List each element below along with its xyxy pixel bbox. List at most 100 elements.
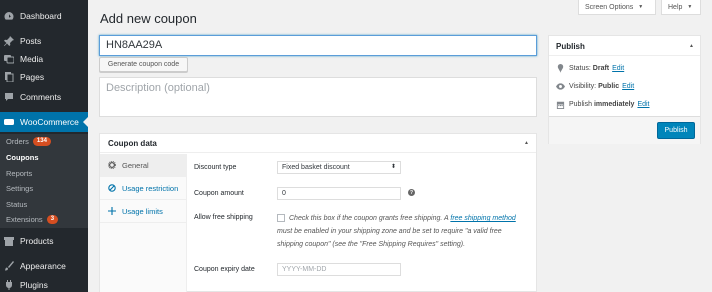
active-indicator [83, 117, 88, 127]
discount-type-select[interactable]: Fixed basket discount ⬍ [277, 161, 401, 174]
coupon-amount-input[interactable]: 0 [277, 187, 401, 200]
pin-icon [4, 36, 14, 46]
calendar-icon [555, 99, 565, 109]
publish-visibility-row: Visibility: Public Edit [555, 81, 634, 91]
sidebar-item-comments[interactable]: Comments [0, 87, 88, 107]
sidebar-item-products[interactable]: Products [0, 231, 88, 251]
sidebar-item-label: Media [20, 54, 44, 64]
tab-label: Usage restriction [122, 183, 179, 193]
coupon-data-header[interactable]: Coupon data ▲ [100, 134, 536, 153]
free-shipping-text: must be enabled in your shipping zone an… [277, 228, 502, 248]
submenu-label: Settings [6, 184, 34, 193]
submenu-label: Status [6, 200, 28, 209]
caret-up-icon[interactable]: ▲ [689, 43, 694, 49]
brush-icon [4, 261, 14, 271]
expiry-date-input[interactable]: YYYY-MM-DD [277, 263, 401, 276]
sidebar-item-label: Plugins [20, 280, 48, 290]
submenu-label: Extensions [6, 215, 43, 224]
sidebar-item-pages[interactable]: Pages [0, 67, 88, 87]
tab-general[interactable]: General [100, 154, 187, 177]
expiry-date-label: Coupon expiry date [194, 266, 255, 273]
status-value: Draft [592, 64, 610, 72]
submenu-item-settings[interactable]: Settings [6, 184, 33, 193]
submenu-label: Reports [6, 169, 33, 178]
edit-schedule-link[interactable]: Edit [637, 101, 649, 108]
sidebar-item-label: WooCommerce [20, 117, 79, 127]
sidebar-item-media[interactable]: Media [0, 49, 88, 69]
pin-icon [555, 63, 565, 73]
admin-sidebar: Dashboard Posts Media Pages Comments Woo… [0, 0, 88, 292]
archive-icon [4, 236, 14, 246]
publish-schedule-row: Publish immediately Edit [555, 99, 650, 109]
select-arrows-icon: ⬍ [390, 164, 396, 170]
comment-icon [4, 92, 14, 102]
dashboard-icon [4, 11, 14, 21]
woo-icon [4, 117, 14, 127]
caret-down-icon: ▼ [687, 4, 693, 10]
free-shipping-label: Allow free shipping [194, 214, 253, 221]
page-title: Add new coupon [100, 11, 197, 26]
gear-icon [106, 161, 118, 169]
publish-button[interactable]: Publish [657, 122, 695, 139]
publish-box: Publish ▲ Status: Draft Edit Visibility:… [548, 35, 701, 144]
media-icon [4, 54, 14, 64]
tab-usage-limits[interactable]: Usage limits [100, 200, 187, 223]
visibility-value: Public [598, 82, 620, 90]
sidebar-item-posts[interactable]: Posts [0, 31, 88, 51]
discount-type-value: Fixed basket discount [282, 164, 350, 171]
submenu-label: Orders [6, 137, 29, 146]
sidebar-item-label: Pages [20, 72, 45, 82]
plus-icon [106, 207, 118, 215]
status-label: Status: [569, 64, 591, 72]
sidebar-item-label: Appearance [20, 261, 66, 271]
screen-options-label: Screen Options [585, 3, 634, 11]
sidebar-item-woocommerce[interactable]: WooCommerce [0, 112, 88, 132]
publish-footer: Publish [549, 116, 700, 144]
tab-label: Usage limits [122, 206, 163, 216]
eye-icon [555, 81, 565, 91]
submenu-label: Coupons [6, 153, 39, 162]
submenu-item-status[interactable]: Status [6, 200, 27, 209]
caret-down-icon: ▼ [638, 4, 644, 10]
coupon-data-tabs: General Usage restriction Usage limits [100, 154, 187, 292]
tab-usage-restriction[interactable]: Usage restriction [100, 177, 187, 200]
help-tip-icon[interactable]: ? [408, 189, 415, 196]
sidebar-item-label: Products [20, 236, 54, 246]
help-button[interactable]: Help ▼ [661, 0, 701, 15]
sidebar-item-label: Comments [20, 92, 62, 102]
schedule-label: Publish [569, 100, 592, 108]
extensions-count-badge: 3 [46, 215, 59, 224]
pages-icon [4, 72, 14, 82]
submenu-item-coupons[interactable]: Coupons [6, 153, 39, 162]
publish-header[interactable]: Publish ▲ [549, 36, 700, 56]
free-shipping-method-link[interactable]: free shipping method [450, 215, 515, 222]
free-shipping-description: Check this box if the coupon grants free… [277, 212, 522, 251]
woocommerce-submenu: Orders 134 Coupons Reports Settings Stat… [0, 134, 88, 228]
tab-label: General [122, 160, 149, 170]
coupon-amount-label: Coupon amount [194, 190, 244, 197]
coupon-code-input[interactable]: HN8AA29A [99, 35, 537, 56]
publish-status-row: Status: Draft Edit [555, 63, 624, 73]
sidebar-item-label: Posts [20, 36, 42, 46]
publish-title: Publish [556, 42, 585, 51]
sidebar-item-plugins[interactable]: Plugins [0, 275, 88, 292]
sidebar-item-dashboard[interactable]: Dashboard [0, 6, 88, 26]
screen-options-button[interactable]: Screen Options ▼ [578, 0, 656, 15]
free-shipping-text: Check this box if the coupon grants free… [289, 215, 449, 222]
generate-coupon-code-button[interactable]: Generate coupon code [99, 57, 188, 72]
orders-count-badge: 134 [32, 137, 51, 146]
description-textarea[interactable]: Description (optional) [99, 77, 537, 117]
sidebar-item-appearance[interactable]: Appearance [0, 256, 88, 276]
plug-icon [4, 280, 14, 290]
submenu-item-extensions[interactable]: Extensions 3 [6, 215, 59, 224]
sidebar-item-label: Dashboard [20, 11, 62, 21]
submenu-item-orders[interactable]: Orders 134 [6, 137, 51, 146]
visibility-label: Visibility: [569, 82, 597, 90]
edit-status-link[interactable]: Edit [612, 65, 624, 72]
caret-up-icon[interactable]: ▲ [524, 140, 529, 146]
submenu-item-reports[interactable]: Reports [6, 169, 32, 178]
edit-visibility-link[interactable]: Edit [622, 83, 634, 90]
schedule-value: immediately [593, 100, 635, 108]
block-icon [106, 184, 118, 192]
coupon-data-title: Coupon data [108, 139, 157, 148]
